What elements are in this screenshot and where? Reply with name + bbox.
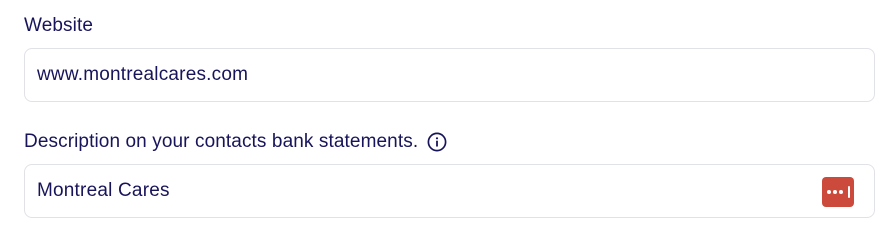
password-manager-dots	[826, 186, 850, 198]
website-label: Website	[24, 14, 93, 38]
website-input-container[interactable]	[24, 48, 875, 102]
info-icon[interactable]	[427, 132, 447, 152]
pm-bar	[847, 186, 850, 198]
website-input[interactable]	[37, 49, 827, 101]
descriptor-input-container[interactable]	[24, 164, 875, 218]
pm-dot	[838, 190, 843, 194]
website-label-text: Website	[24, 15, 93, 36]
descriptor-input[interactable]	[37, 165, 827, 217]
pm-dot	[832, 190, 837, 194]
descriptor-label: Description on your contacts bank statem…	[24, 130, 447, 154]
descriptor-label-text: Description on your contacts bank statem…	[24, 131, 419, 152]
password-manager-icon[interactable]	[822, 177, 854, 207]
pm-dot	[826, 190, 831, 194]
